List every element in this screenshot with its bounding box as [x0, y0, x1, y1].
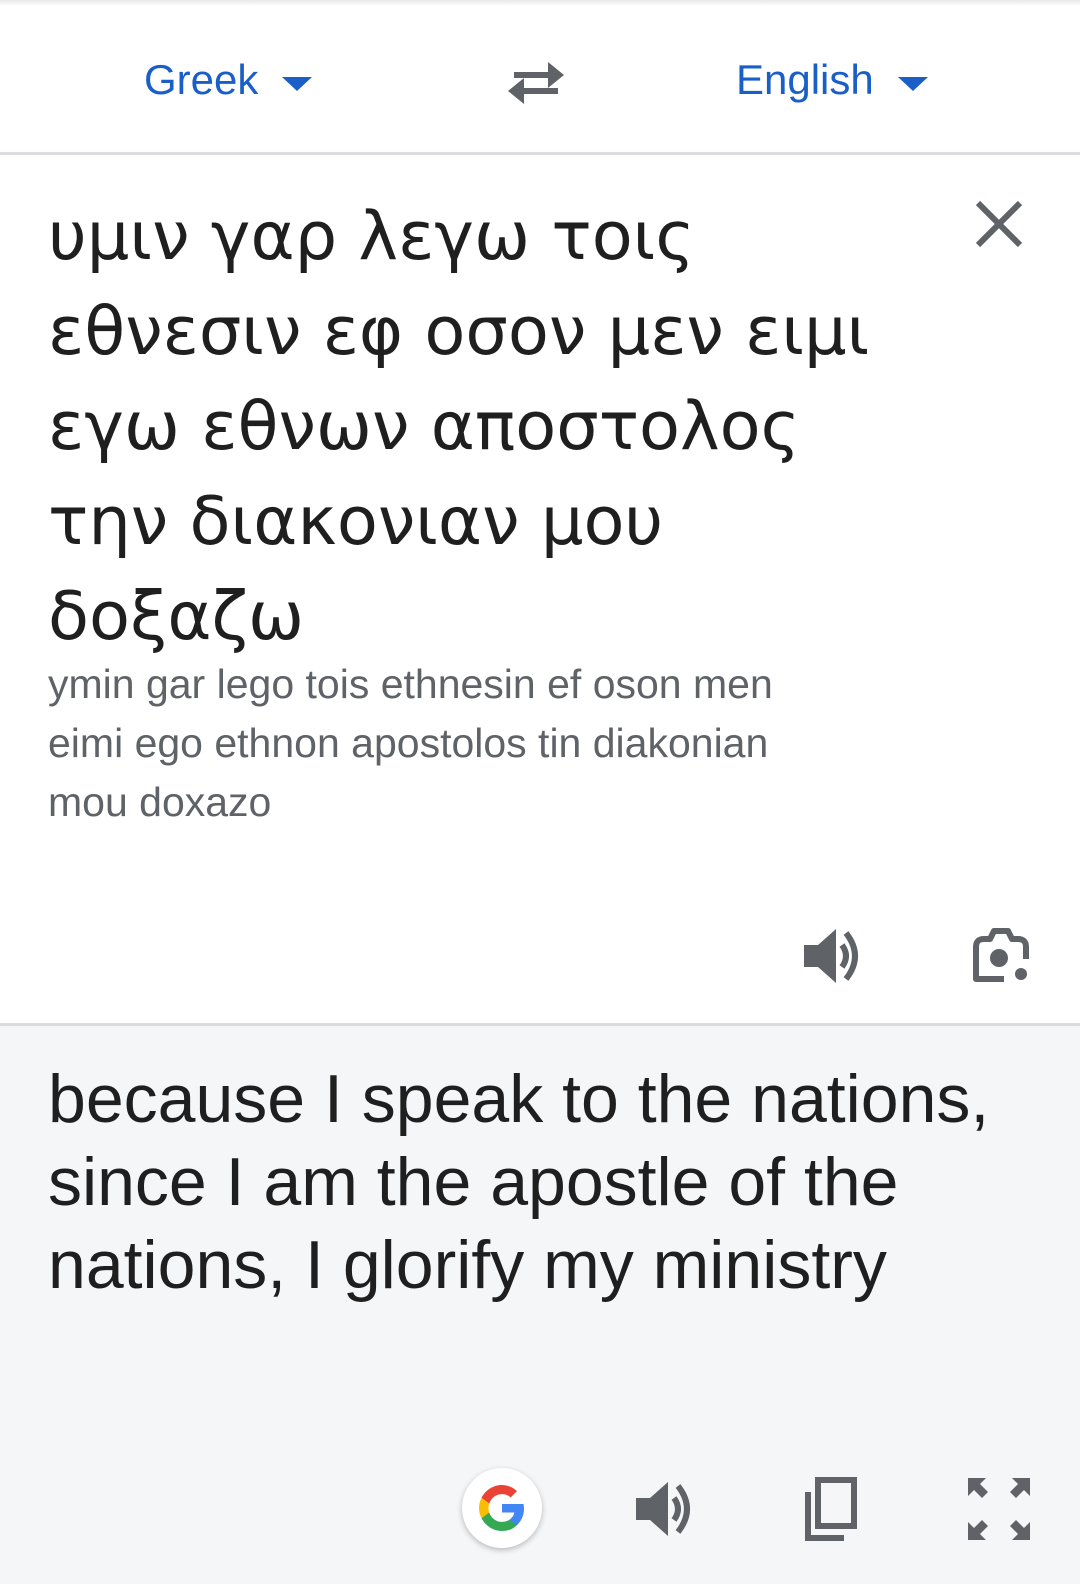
caret-down-icon [897, 77, 928, 91]
clear-text-button[interactable] [970, 195, 1028, 253]
speaker-icon [804, 929, 858, 983]
source-language-selector[interactable]: Greek [144, 50, 313, 110]
transliteration-text: ymin gar lego tois ethnesin ef oson men … [48, 661, 773, 825]
swap-languages-button[interactable] [500, 50, 572, 114]
caret-down-icon [282, 77, 313, 91]
swap-arrows-icon [508, 62, 564, 104]
target-language-label: English [736, 56, 874, 103]
close-icon [975, 200, 1023, 248]
google-icon [479, 1485, 524, 1531]
source-language-label: Greek [144, 56, 259, 103]
fullscreen-button[interactable] [964, 1474, 1034, 1544]
source-text-input[interactable]: υμιν γαρ λεγω τοις εθνεσιν εφ οσον μεν ε… [48, 189, 908, 664]
camera-translate-button[interactable] [966, 921, 1036, 991]
speaker-icon [636, 1482, 690, 1536]
fullscreen-icon [968, 1478, 1030, 1540]
copy-translation-button[interactable] [798, 1474, 868, 1544]
translate-app: Greek English υμιν γαρ λεγω τοις εθνεσιν… [0, 0, 1080, 1584]
camera-icon [973, 928, 1029, 982]
copy-icon [805, 1477, 857, 1541]
source-panel: υμιν γαρ λεγω τοις εθνεσιν εφ οσον μεν ε… [0, 155, 1080, 1023]
result-listen-button[interactable] [630, 1474, 700, 1544]
language-bar: Greek English [0, 0, 1080, 155]
target-language-selector[interactable]: English [736, 50, 928, 110]
translation-result-text: because I speak to the nations, since I … [48, 1061, 990, 1303]
source-listen-button[interactable] [798, 921, 868, 991]
google-search-button[interactable] [462, 1468, 542, 1548]
